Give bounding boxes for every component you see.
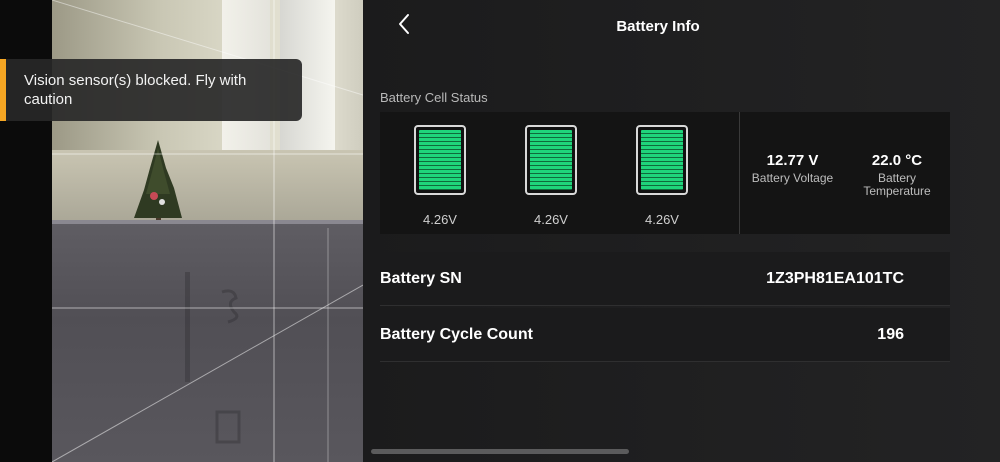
battery-cell-icon — [636, 125, 688, 195]
battery-cycle-row: Battery Cycle Count 196 — [380, 308, 950, 362]
warning-message: Vision sensor(s) blocked. Fly with cauti… — [24, 72, 247, 108]
battery-cell: 4.26V — [525, 125, 577, 227]
battery-sn-label: Battery SN — [380, 270, 462, 287]
battery-cell-fill — [641, 130, 683, 190]
battery-cell-icon — [414, 125, 466, 195]
battery-cell-voltage: 4.26V — [534, 212, 568, 227]
battery-voltage-value: 12.77 V — [766, 152, 819, 169]
battery-voltage-label: Battery Voltage — [751, 171, 834, 185]
cell-status-label: Battery Cell Status — [380, 90, 488, 105]
warning-toast[interactable]: Vision sensor(s) blocked. Fly with cauti… — [0, 59, 302, 121]
battery-cycle-value: 196 — [877, 326, 904, 343]
battery-temperature-stat: 22.0 °C Battery Temperature — [852, 152, 942, 198]
page-title: Battery Info — [616, 18, 700, 35]
horizontal-scrollbar[interactable] — [371, 449, 629, 454]
battery-cell-voltage: 4.26V — [645, 212, 679, 227]
battery-voltage-stat: 12.77 V Battery Voltage — [740, 152, 845, 185]
battery-temperature-value: 22.0 °C — [871, 152, 923, 169]
battery-sn-row: Battery SN 1Z3PH81EA101TC — [380, 252, 950, 306]
battery-cell: 4.26V — [636, 125, 688, 227]
battery-cycle-label: Battery Cycle Count — [380, 326, 533, 343]
battery-temperature-label: Battery Temperature — [863, 171, 931, 198]
cell-status-card: 4.26V 4.26V 4.26V 12.77 V Battery Voltag… — [380, 112, 950, 234]
battery-sn-value: 1Z3PH81EA101TC — [766, 270, 904, 287]
warning-accent-stripe — [0, 59, 6, 121]
battery-info-panel: Battery Info Battery Cell Status 4.26V 4… — [363, 0, 1000, 462]
battery-cell: 4.26V — [414, 125, 466, 227]
battery-cell-fill — [419, 130, 461, 190]
battery-cell-icon — [525, 125, 577, 195]
battery-cell-voltage: 4.26V — [423, 212, 457, 227]
cell-list: 4.26V 4.26V 4.26V — [380, 112, 740, 234]
battery-cell-fill — [530, 130, 572, 190]
